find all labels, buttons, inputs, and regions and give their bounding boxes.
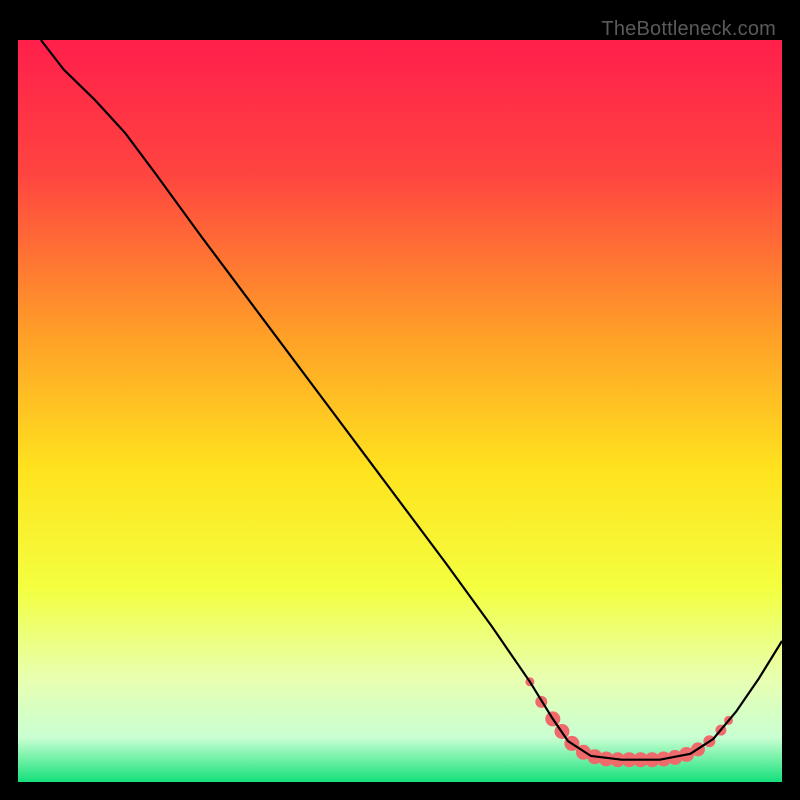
gradient-background bbox=[18, 40, 782, 782]
bottleneck-chart bbox=[18, 18, 782, 782]
watermark-text: TheBottleneck.com bbox=[601, 18, 776, 41]
chart-frame: TheBottleneck.com bbox=[18, 18, 782, 782]
